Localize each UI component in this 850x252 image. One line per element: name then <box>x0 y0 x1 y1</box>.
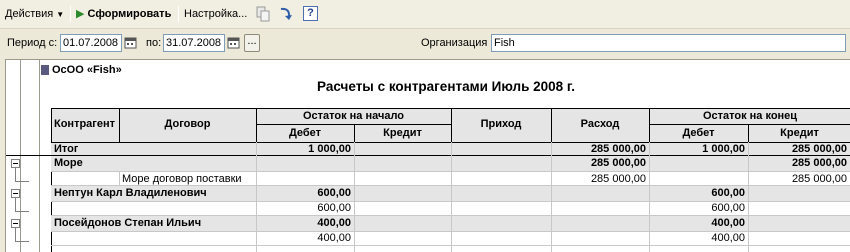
gutter-line <box>20 60 21 252</box>
gutter-line <box>39 60 40 252</box>
settings-button-label: Настройка... <box>184 8 248 20</box>
total-close-debit: 1 000,00 <box>702 143 745 155</box>
period-select-button[interactable]: ... <box>244 34 260 52</box>
cell-marker-icon <box>41 65 49 75</box>
group-row-label: Море <box>54 157 83 169</box>
calendar-icon[interactable] <box>123 34 139 52</box>
tree-line <box>15 241 29 242</box>
organization-input[interactable]: Fish <box>491 34 846 52</box>
redo-arrow-icon[interactable] <box>277 5 295 23</box>
total-expense: 285 000,00 <box>590 143 646 155</box>
period-to-label: по: <box>146 37 162 49</box>
contract-row-expense: 285 000,00 <box>590 173 646 185</box>
total-open-debit: 1 000,00 <box>308 143 351 155</box>
actions-menu-label: Действия <box>5 8 54 20</box>
period-from-input[interactable]: 01.07.2008 <box>60 34 122 52</box>
sub-row-close-debit: 600,00 <box>711 202 745 214</box>
settings-button[interactable]: Настройка... <box>184 5 247 23</box>
header-expense: Расход <box>580 118 620 130</box>
report-sheet: ОсОО «Fish» Расчеты с контрагентами Июль… <box>5 59 850 252</box>
contract-row-close-credit: 285 000,00 <box>791 173 847 185</box>
total-label: Итог <box>54 143 79 155</box>
header-opening-debit: Дебет <box>288 127 322 139</box>
header-contract: Договор <box>164 118 211 130</box>
help-button[interactable]: ? <box>303 6 318 21</box>
collapse-toggle-icon[interactable] <box>11 219 20 228</box>
col-separator <box>119 171 120 185</box>
col-separator <box>649 142 650 252</box>
header-closing-debit: Дебет <box>682 127 715 139</box>
generate-button[interactable]: ▶ Сформировать <box>76 5 171 23</box>
sub-row-close-debit: 400,00 <box>711 232 745 244</box>
actions-menu[interactable]: Действия ▼ <box>5 5 64 23</box>
chevron-down-icon: ▼ <box>56 10 65 19</box>
organization-label: Организация <box>421 37 488 49</box>
header-opening-balance: Остаток на начало <box>302 110 405 122</box>
tree-line <box>15 181 29 182</box>
group-row-open-debit: 400,00 <box>317 217 351 229</box>
tree-line <box>15 228 16 242</box>
header-closing-balance: Остаток на конец <box>702 110 798 122</box>
header-opening-credit: Кредит <box>383 127 422 139</box>
tree-line <box>15 198 16 212</box>
header-closing-credit: Кредит <box>780 127 819 139</box>
org-name: ОсОО «Fish» <box>52 64 122 76</box>
sub-row-open-debit: 600,00 <box>317 202 351 214</box>
copy-icon[interactable] <box>254 5 272 23</box>
col-separator <box>256 142 257 252</box>
group-row-close-credit: 285 000,00 <box>791 157 847 169</box>
period-from-label: Период с: <box>7 37 58 49</box>
table-border <box>649 124 850 125</box>
tree-line <box>15 211 29 212</box>
header-counterparty: Контрагент <box>54 118 116 130</box>
sub-row-open-debit: 400,00 <box>317 232 351 244</box>
group-row-open-debit: 600,00 <box>317 187 351 199</box>
group-row-label: Нептун Карл Владиленович <box>54 187 207 199</box>
calendar-icon[interactable] <box>226 34 242 52</box>
collapse-toggle-icon[interactable] <box>11 159 20 168</box>
period-to-input[interactable]: 31.07.2008 <box>163 34 225 52</box>
col-separator <box>748 142 749 252</box>
col-separator <box>354 142 355 252</box>
play-icon: ▶ <box>76 8 85 20</box>
generate-button-label: Сформировать <box>87 8 172 20</box>
group-row-label: Посейдонов Степан Ильич <box>54 217 202 229</box>
header-income: Приход <box>480 118 522 130</box>
help-icon: ? <box>307 7 314 19</box>
col-separator <box>551 142 552 252</box>
total-close-credit: 285 000,00 <box>791 143 847 155</box>
group-row-close-debit: 600,00 <box>711 187 745 199</box>
toolbar-separator <box>178 6 179 22</box>
group-row-expense: 285 000,00 <box>590 157 646 169</box>
col-separator <box>451 142 452 252</box>
toolbar: Действия ▼ ▶ Сформировать Настройка... ? <box>0 0 850 29</box>
report-title: Расчеты с контрагентами Июль 2008 г. <box>317 79 575 94</box>
collapse-toggle-icon[interactable] <box>11 189 20 198</box>
toolbar-separator <box>70 6 71 22</box>
tree-line <box>15 168 16 182</box>
contract-row-label: Море договор поставки <box>122 173 242 185</box>
group-row-close-debit: 400,00 <box>711 217 745 229</box>
